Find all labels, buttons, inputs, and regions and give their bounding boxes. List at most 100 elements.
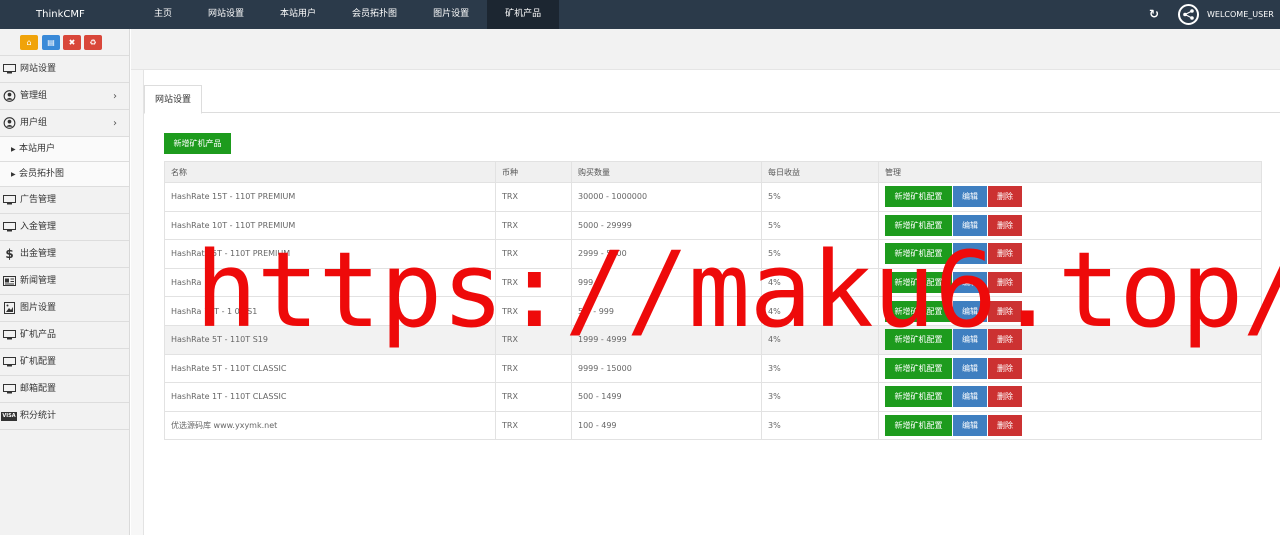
sidebar-item-label: 新闻管理 [20, 276, 57, 286]
nav-site-users[interactable]: 本站用户 [262, 0, 334, 29]
sidebar-item-label: 广告管理 [20, 195, 57, 205]
cell-actions: 新增矿机配置 编辑 删除 [878, 410, 1262, 441]
sidebar-item-label: 用户组 [20, 118, 48, 128]
delete-button[interactable]: 删除 [988, 357, 1022, 379]
trash-icon[interactable]: ✖ [63, 35, 81, 50]
sidebar-item-user-group[interactable]: 用户组 › [0, 110, 129, 137]
nav-home[interactable]: 主页 [136, 0, 190, 29]
cell-actions: 新增矿机配置 编辑 删除 [878, 353, 1262, 384]
sidebar-item-miner-config[interactable]: 矿机配置 [0, 349, 129, 376]
edit-button[interactable]: 编辑 [953, 186, 987, 208]
column-header-quantity: 购买数量 [571, 161, 762, 183]
nav-member-topology[interactable]: 会员拓扑图 [334, 0, 415, 29]
sidebar-item-miner-products[interactable]: 矿机产品 [0, 322, 129, 349]
cell-name: HashRate 5T - 110T CLASSIC [164, 353, 496, 384]
tab-bar: 网站设置 [144, 85, 1280, 114]
sidebar-item-label: 入金管理 [20, 222, 57, 232]
cell-quantity: 30000 - 1000000 [571, 182, 762, 212]
shortcut-bar: ⌂ ▤ ✖ ♻ [0, 29, 129, 56]
dollar-icon: $ [5, 247, 14, 261]
table-row: 优选源码库 www.yxymk.net TRX 100 - 499 3% 新增矿机配置编… [164, 410, 1262, 441]
nav-site-settings[interactable]: 网站设置 [190, 0, 262, 29]
sidebar-item-images[interactable]: 图片设置 [0, 295, 129, 322]
top-nav: 主页 网站设置 本站用户 会员拓扑图 图片设置 矿机产品 [136, 0, 560, 29]
sidebar-item-label: 网站设置 [20, 64, 57, 74]
caret-right-icon: ▶ [11, 146, 16, 153]
sidebar-item-label: 会员拓扑图 [19, 169, 65, 179]
edit-button[interactable]: 编辑 [953, 415, 987, 437]
sidebar-item-label: 出金管理 [20, 249, 57, 259]
monitor-icon [3, 330, 16, 340]
cell-name: HashRate 1T - 110T CLASSIC [164, 382, 496, 412]
tab-site-settings[interactable]: 网站设置 [144, 85, 203, 114]
column-header-manage: 管理 [878, 161, 1262, 183]
cell-quantity: 500 - 1499 [571, 382, 762, 412]
cell-daily-income: 5% [761, 182, 879, 212]
sidebar-sub-site-users[interactable]: ▶ 本站用户 [0, 137, 129, 162]
sidebar-item-ads[interactable]: 广告管理 [0, 187, 129, 214]
column-header-coin: 币种 [495, 161, 572, 183]
add-miner-config-button[interactable]: 新增矿机配置 [885, 357, 952, 379]
monitor-icon [3, 195, 16, 205]
nav-miner-products[interactable]: 矿机产品 [487, 0, 560, 29]
watermark-url: https://maku6.top/ [195, 229, 1280, 351]
sidebar-item-label: 邮箱配置 [20, 384, 57, 394]
sidebar-item-label: 矿机产品 [20, 330, 57, 340]
sidebar-item-label: 图片设置 [20, 303, 57, 313]
delete-button[interactable]: 删除 [988, 186, 1022, 208]
column-header-daily-income: 每日收益 [761, 161, 879, 183]
add-miner-config-button[interactable]: 新增矿机配置 [885, 415, 952, 437]
sidebar-item-site-settings[interactable]: 网站设置 [0, 56, 129, 83]
chevron-right-icon: › [113, 91, 117, 102]
sidebar-sub-member-topology[interactable]: ▶ 会员拓扑图 [0, 162, 129, 187]
caret-right-icon: ▶ [11, 171, 16, 178]
brand-logo[interactable]: ThinkCMF [36, 0, 85, 29]
add-miner-config-button[interactable]: 新增矿机配置 [885, 186, 952, 208]
add-miner-product-button[interactable]: 新增矿机产品 [164, 133, 231, 154]
edit-button[interactable]: 编辑 [953, 357, 987, 379]
sidebar-item-withdrawals[interactable]: $ 出金管理 [0, 241, 129, 268]
table-row: HashRate 15T - 110T PREMIUM TRX 30000 - 10… [164, 182, 1262, 212]
share-node-icon[interactable] [1178, 4, 1199, 25]
cell-daily-income: 3% [761, 353, 879, 384]
monitor-icon [3, 64, 16, 74]
sidebar-item-deposits[interactable]: 入金管理 [0, 214, 129, 241]
cell-coin: TRX [495, 353, 572, 384]
user-circle-icon [3, 90, 16, 102]
cell-quantity: 100 - 499 [571, 410, 762, 441]
sidebar-item-news[interactable]: 新闻管理 [0, 268, 129, 295]
content-header-bar [131, 29, 1280, 70]
edit-button[interactable]: 编辑 [953, 386, 987, 408]
sidebar-item-label: 积分统计 [20, 411, 57, 421]
nav-image-settings[interactable]: 图片设置 [415, 0, 487, 29]
home-icon[interactable]: ⌂ [20, 35, 38, 50]
delete-button[interactable]: 删除 [988, 415, 1022, 437]
user-name[interactable]: WELCOME_USER [1207, 0, 1274, 29]
sidebar-item-email-config[interactable]: 邮箱配置 [0, 376, 129, 403]
cell-coin: TRX [495, 182, 572, 212]
recycle-icon[interactable]: ♻ [84, 35, 102, 50]
refresh-icon[interactable]: ↻ [1147, 7, 1161, 21]
cell-coin: TRX [495, 410, 572, 441]
delete-button[interactable]: 删除 [988, 386, 1022, 408]
table-header-row: 名称 币种 购买数量 每日收益 管理 [164, 161, 1262, 183]
cell-daily-income: 3% [761, 410, 879, 441]
sidebar-item-label: 管理组 [20, 91, 48, 101]
cell-daily-income: 3% [761, 382, 879, 412]
column-header-name: 名称 [164, 161, 496, 183]
cell-coin: TRX [495, 382, 572, 412]
user-circle-icon [3, 117, 16, 129]
add-miner-config-button[interactable]: 新增矿机配置 [885, 386, 952, 408]
cell-name: HashRate 15T - 110T PREMIUM [164, 182, 496, 212]
sidebar-item-admin-group[interactable]: 管理组 › [0, 83, 129, 110]
image-icon [4, 302, 15, 314]
sidebar-item-points[interactable]: VISA 积分统计 [0, 403, 129, 430]
sidebar-item-label: 本站用户 [19, 144, 56, 154]
monitor-icon [3, 357, 16, 367]
cell-actions: 新增矿机配置 编辑 删除 [878, 382, 1262, 412]
table-row: HashRate 5T - 110T CLASSIC TRX 9999 - 1500… [164, 353, 1262, 384]
sidebar-item-label: 矿机配置 [20, 357, 57, 367]
document-icon[interactable]: ▤ [42, 35, 60, 50]
sidebar: ⌂ ▤ ✖ ♻ 网站设置 管理组 › 用户组 › ▶ 本站用户 ▶ 会员拓扑图 … [0, 29, 130, 535]
cell-actions: 新增矿机配置 编辑 删除 [878, 182, 1262, 212]
